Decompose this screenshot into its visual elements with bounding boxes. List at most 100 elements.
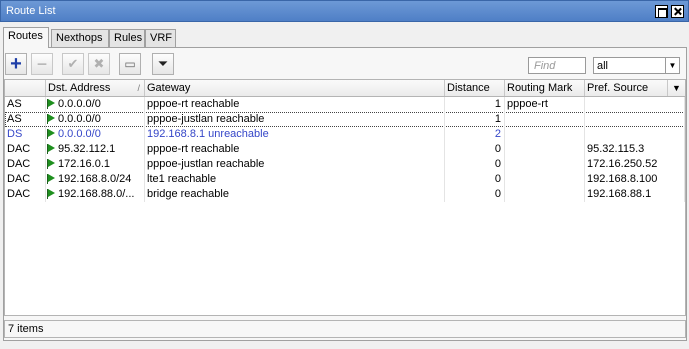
maximize-button[interactable] bbox=[655, 5, 668, 18]
row-routing-mark: pppoe-rt bbox=[505, 97, 585, 112]
row-dst-text: 0.0.0.0/0 bbox=[58, 128, 101, 140]
flag-icon bbox=[47, 114, 55, 124]
row-distance: 0 bbox=[445, 142, 505, 157]
comment-icon: ▭ bbox=[124, 57, 136, 71]
col-routing-mark[interactable]: Routing Mark bbox=[505, 80, 585, 96]
row-pref-source: 172.16.250.52 bbox=[585, 157, 685, 172]
row-gateway: lte1 reachable bbox=[145, 172, 445, 187]
row-pref-source bbox=[585, 112, 685, 127]
row-pref-source: 192.168.8.100 bbox=[585, 172, 685, 187]
tab-rules[interactable]: Rules bbox=[109, 29, 145, 47]
col-distance[interactable]: Distance bbox=[445, 80, 505, 96]
row-gateway: bridge reachable bbox=[145, 187, 445, 202]
plus-icon: + bbox=[10, 53, 22, 75]
flag-icon bbox=[47, 99, 55, 109]
row-gateway: pppoe-rt reachable bbox=[145, 97, 445, 112]
enable-button[interactable]: ✔ bbox=[62, 53, 84, 75]
filter-select-value: all bbox=[597, 60, 609, 72]
window-title: Route List bbox=[6, 5, 56, 17]
disable-button[interactable]: ✖ bbox=[88, 53, 110, 75]
row-pref-source: 95.32.115.3 bbox=[585, 142, 685, 157]
check-icon: ✔ bbox=[67, 56, 79, 71]
tab-routes[interactable]: Routes bbox=[3, 27, 49, 48]
row-distance: 0 bbox=[445, 157, 505, 172]
row-routing-mark bbox=[505, 172, 585, 187]
find-input[interactable]: Find bbox=[528, 57, 586, 74]
col-dst-address-label: Dst. Address bbox=[48, 82, 111, 94]
close-button[interactable] bbox=[671, 5, 684, 18]
row-distance: 1 bbox=[445, 112, 505, 127]
row-flags: AS bbox=[5, 97, 46, 112]
row-routing-mark bbox=[505, 187, 585, 202]
row-dst-text: 192.168.8.0/24 bbox=[58, 173, 132, 185]
column-menu-icon[interactable]: ▼ bbox=[668, 80, 685, 96]
row-routing-mark bbox=[505, 127, 585, 142]
comment-button[interactable]: ▭ bbox=[119, 53, 141, 75]
item-count: 7 items bbox=[8, 323, 44, 335]
tab-nexthops[interactable]: Nexthops bbox=[51, 29, 109, 47]
row-flags: DS bbox=[5, 127, 46, 142]
row-pref-source bbox=[585, 127, 685, 142]
row-dst: 192.168.88.0/... bbox=[46, 187, 145, 202]
add-button[interactable]: + bbox=[5, 53, 27, 75]
tab-vrf[interactable]: VRF bbox=[145, 29, 176, 47]
row-gateway: pppoe-justlan reachable bbox=[145, 157, 445, 172]
row-dst: 0.0.0.0/0 bbox=[46, 112, 145, 127]
minus-icon: − bbox=[36, 54, 48, 74]
row-flags: DAC bbox=[5, 157, 46, 172]
filter-button[interactable]: ⏷ bbox=[152, 53, 174, 75]
cross-icon: ✖ bbox=[93, 56, 105, 71]
status-bar: 7 items bbox=[4, 320, 686, 338]
flag-icon bbox=[47, 129, 55, 139]
remove-button[interactable]: − bbox=[31, 53, 53, 75]
row-dst-text: 95.32.112.1 bbox=[58, 143, 116, 155]
row-distance: 0 bbox=[445, 172, 505, 187]
row-gateway: 192.168.8.1 unreachable bbox=[145, 127, 445, 142]
row-routing-mark bbox=[505, 157, 585, 172]
row-gateway: pppoe-justlan reachable bbox=[145, 112, 445, 127]
flag-icon bbox=[47, 174, 55, 184]
col-flags[interactable] bbox=[5, 80, 46, 96]
row-dst: 0.0.0.0/0 bbox=[46, 127, 145, 142]
flag-icon bbox=[47, 189, 55, 199]
flag-icon bbox=[47, 159, 55, 169]
row-flags: DAC bbox=[5, 142, 46, 157]
table-row[interactable]: DAC 192.168.88.0/... bridge reachable 0 … bbox=[5, 187, 685, 202]
filter-icon: ⏷ bbox=[157, 56, 169, 71]
row-gateway: pppoe-rt reachable bbox=[145, 142, 445, 157]
row-distance: 0 bbox=[445, 187, 505, 202]
sort-icon: / bbox=[137, 83, 140, 93]
flag-icon bbox=[47, 144, 55, 154]
row-routing-mark bbox=[505, 142, 585, 157]
table-row[interactable]: DAC 192.168.8.0/24 lte1 reachable 0 192.… bbox=[5, 172, 685, 187]
row-flags: DAC bbox=[5, 187, 46, 202]
col-dst-address[interactable]: Dst. Address / bbox=[46, 80, 145, 96]
row-routing-mark bbox=[505, 112, 585, 127]
table-row[interactable]: AS 0.0.0.0/0 pppoe-rt reachable 1 pppoe-… bbox=[5, 97, 685, 112]
row-dst: 172.16.0.1 bbox=[46, 157, 145, 172]
row-flags: DAC bbox=[5, 172, 46, 187]
table-row[interactable]: DAC 95.32.112.1 pppoe-rt reachable 0 95.… bbox=[5, 142, 685, 157]
row-pref-source bbox=[585, 97, 685, 112]
filter-select[interactable]: all ▼ bbox=[593, 57, 680, 74]
row-flags: AS bbox=[5, 112, 46, 127]
row-dst-text: 0.0.0.0/0 bbox=[58, 113, 101, 125]
row-dst-text: 172.16.0.1 bbox=[58, 158, 110, 170]
row-dst: 192.168.8.0/24 bbox=[46, 172, 145, 187]
row-dst-text: 0.0.0.0/0 bbox=[58, 98, 101, 110]
col-pref-source[interactable]: Pref. Source bbox=[585, 80, 668, 96]
row-pref-source: 192.168.88.1 bbox=[585, 187, 685, 202]
row-distance: 2 bbox=[445, 127, 505, 142]
row-dst-text: 192.168.88.0/... bbox=[58, 188, 135, 200]
route-table: Dst. Address / Gateway Distance Routing … bbox=[4, 79, 686, 316]
row-distance: 1 bbox=[445, 97, 505, 112]
chevron-down-icon[interactable]: ▼ bbox=[665, 58, 679, 73]
row-dst: 0.0.0.0/0 bbox=[46, 97, 145, 112]
table-row[interactable]: DS 0.0.0.0/0 192.168.8.1 unreachable 2 bbox=[5, 127, 685, 142]
table-header: Dst. Address / Gateway Distance Routing … bbox=[5, 80, 685, 97]
table-row[interactable]: DAC 172.16.0.1 pppoe-justlan reachable 0… bbox=[5, 157, 685, 172]
title-bar: Route List bbox=[0, 0, 689, 22]
row-dst: 95.32.112.1 bbox=[46, 142, 145, 157]
table-row[interactable]: AS 0.0.0.0/0 pppoe-justlan reachable 1 bbox=[5, 112, 685, 127]
col-gateway[interactable]: Gateway bbox=[145, 80, 445, 96]
